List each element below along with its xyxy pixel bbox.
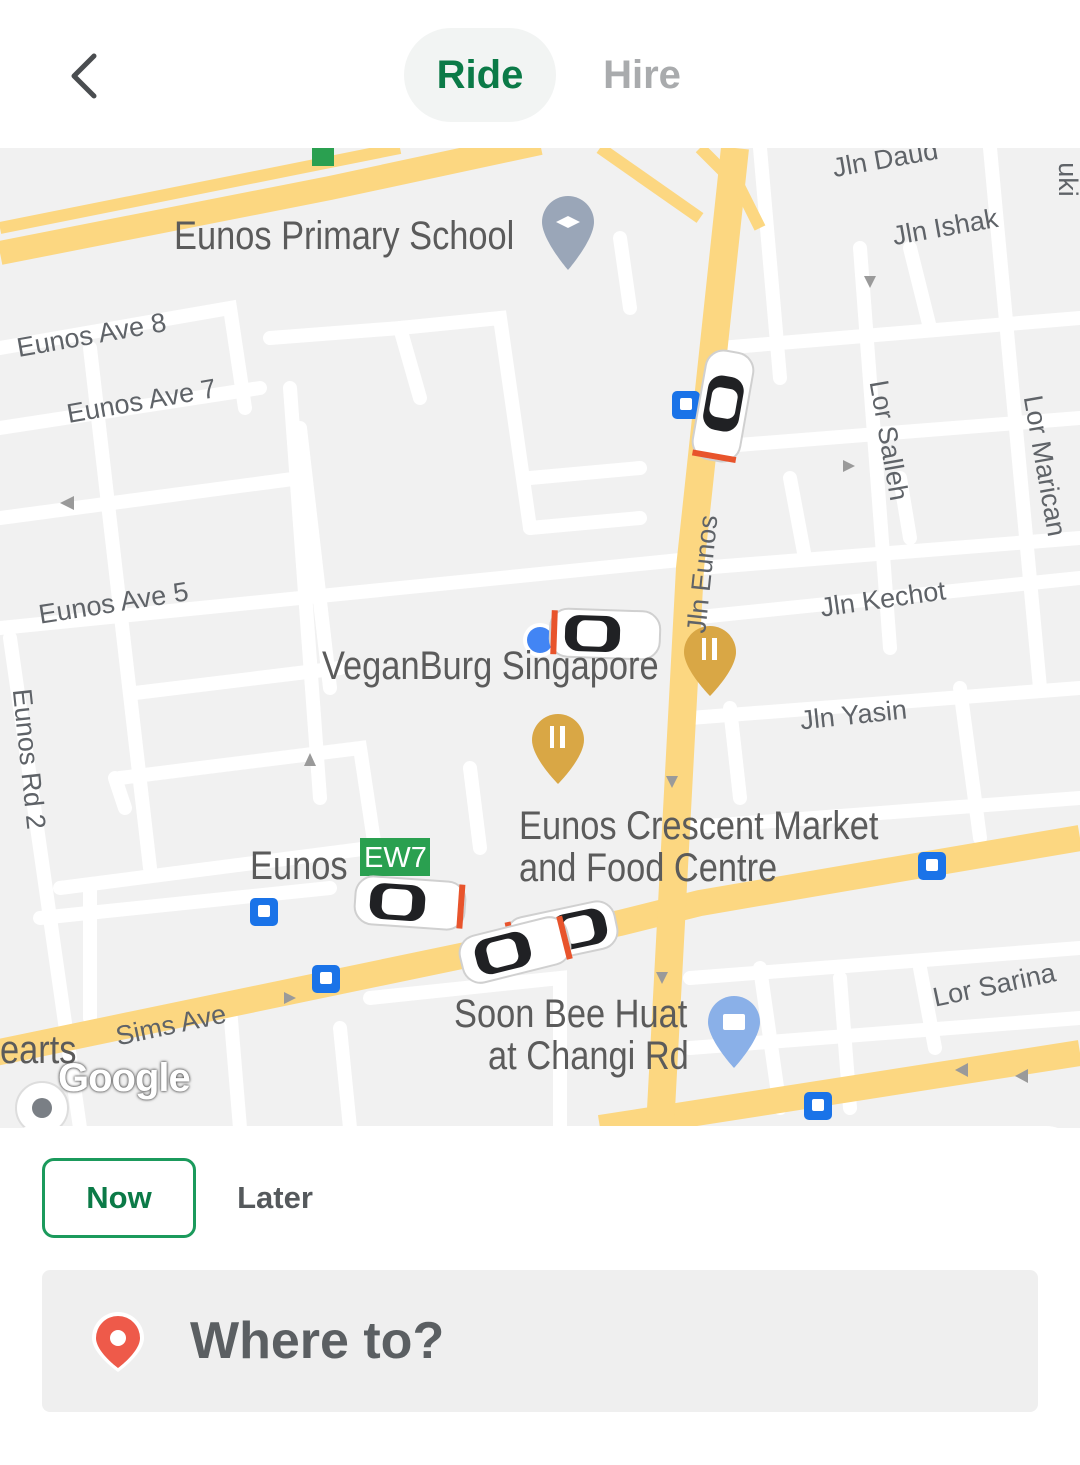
poi-soonbee-line1[interactable]: Soon Bee Huat: [454, 992, 687, 1036]
top-bar: Ride Hire: [0, 0, 1080, 148]
poi-soonbee-line2[interactable]: at Changi Rd: [488, 1034, 689, 1078]
shop-pin-icon: [708, 996, 760, 1068]
poi-market-line2[interactable]: and Food Centre: [519, 846, 777, 890]
street-edge-label: uki: [1052, 162, 1080, 197]
location-pin-icon: [92, 1312, 144, 1372]
destination-search-field[interactable]: Where to?: [42, 1270, 1038, 1412]
now-button[interactable]: Now: [42, 1158, 196, 1238]
map-canvas: [0, 148, 1080, 1128]
car-icon: [353, 875, 467, 931]
station-code-badge: EW7: [364, 842, 427, 874]
poi-eunos-station[interactable]: Eunos: [250, 844, 348, 888]
school-pin-icon: [542, 196, 594, 270]
destination-placeholder: Where to?: [190, 1312, 445, 1370]
tab-hire[interactable]: Hire: [572, 28, 712, 122]
booking-sheet: Now Later Where to?: [0, 1126, 1080, 1465]
tab-ride[interactable]: Ride: [404, 28, 556, 122]
map-view[interactable]: Eunos Primary School VeganBurg Singapore…: [0, 148, 1080, 1128]
google-attribution: Google: [58, 1056, 191, 1100]
poi-market-line1[interactable]: Eunos Crescent Market: [519, 804, 878, 848]
later-button[interactable]: Later: [220, 1158, 330, 1236]
chevron-left-icon[interactable]: [60, 48, 110, 104]
poi-veganburg[interactable]: VeganBurg Singapore: [322, 644, 659, 688]
poi-eunos-primary-school[interactable]: Eunos Primary School: [174, 214, 514, 258]
